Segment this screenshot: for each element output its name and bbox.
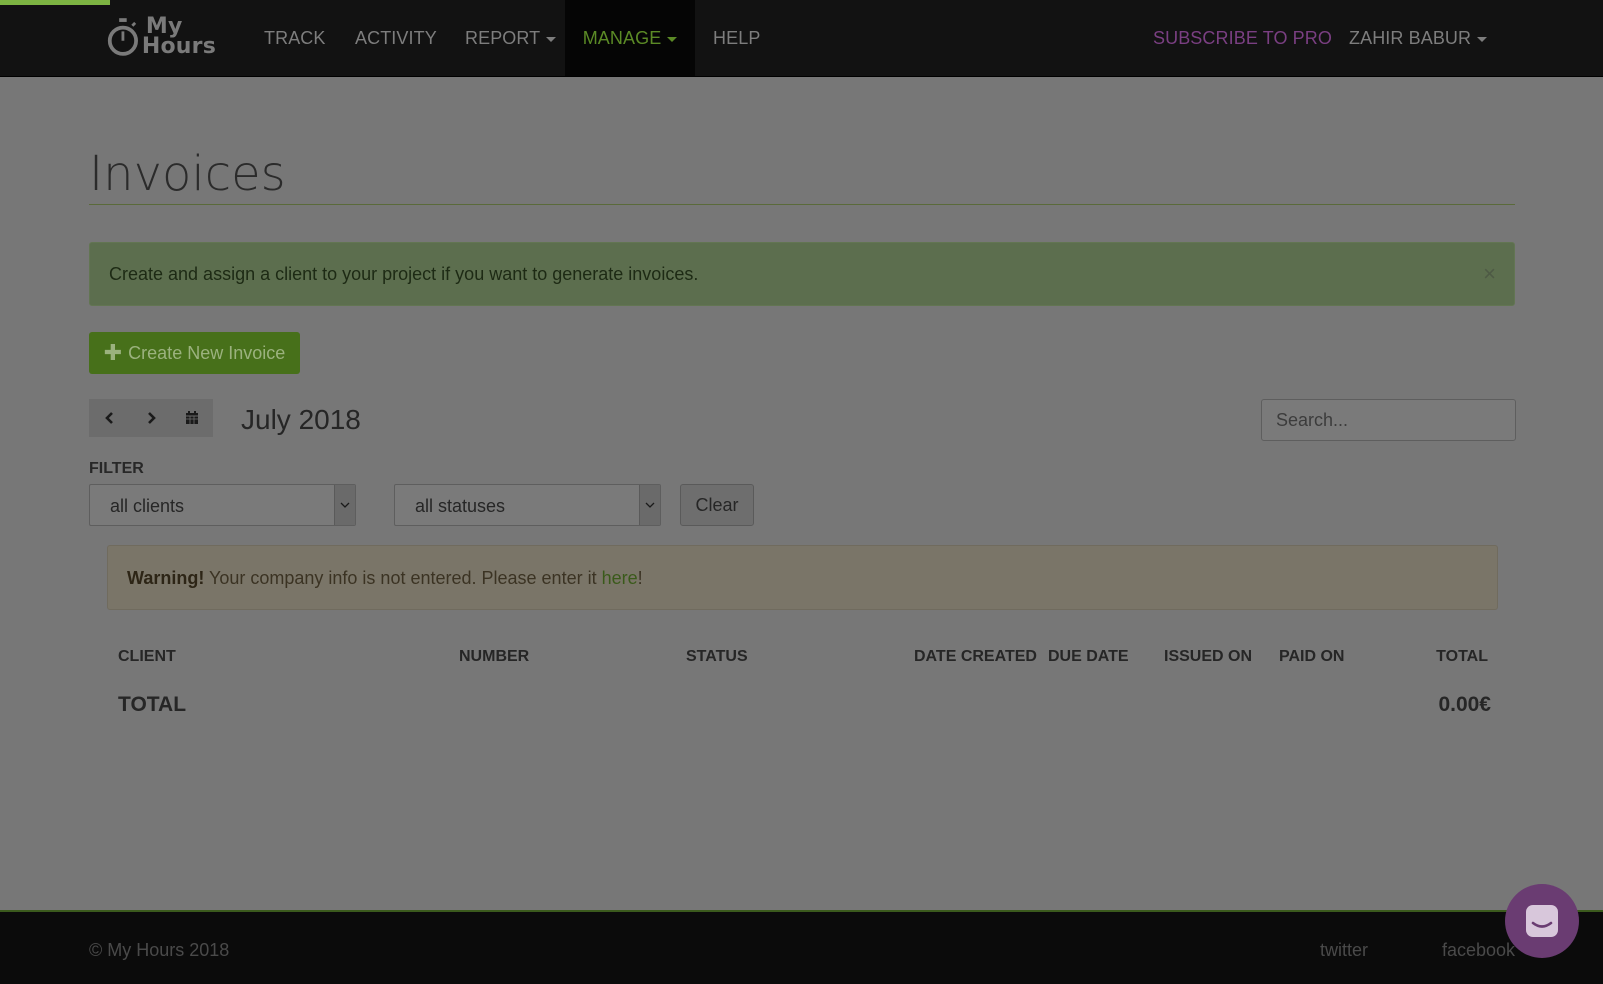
column-header-client: CLIENT (118, 648, 176, 665)
nav-manage[interactable]: MANAGE (565, 0, 695, 76)
page-title: Invoices (89, 146, 286, 202)
period-navigation (89, 399, 213, 437)
status-filter-value: all statuses (415, 496, 506, 516)
client-filter-value: all clients (110, 496, 185, 516)
chevron-down-icon (639, 485, 660, 525)
chevron-left-icon (104, 412, 113, 424)
search-input[interactable] (1261, 399, 1516, 441)
status-filter-select[interactable]: all statuses (394, 484, 661, 526)
twitter-link[interactable]: twitter (1320, 940, 1368, 961)
column-header-total: TOTAL (1436, 648, 1488, 665)
company-info-link[interactable]: here (602, 568, 638, 588)
nav-track[interactable]: TRACK (264, 0, 326, 76)
top-navbar: My Hours TRACK ACTIVITY REPORT MANAGE HE… (0, 0, 1603, 77)
calendar-button[interactable] (172, 399, 212, 437)
column-header-issued-on: ISSUED ON (1164, 648, 1253, 665)
calendar-icon (186, 411, 199, 424)
create-new-invoice-button[interactable]: ✚ Create New Invoice (89, 332, 300, 374)
loading-progress-bar (0, 0, 110, 5)
plus-icon: ✚ (103, 340, 123, 365)
column-header-status: STATUS (686, 648, 748, 665)
nav-help[interactable]: HELP (713, 0, 760, 76)
warning-message: Warning! Your company info is not entere… (127, 568, 643, 589)
subscribe-to-pro-link[interactable]: SUBSCRIBE TO PRO (1153, 0, 1332, 76)
create-new-invoice-label: Create New Invoice (128, 342, 286, 363)
column-header-paid-on: PAID ON (1279, 648, 1345, 665)
clear-filters-button[interactable]: Clear (680, 484, 754, 526)
logo-line-2: Hours (141, 34, 216, 59)
total-row-label: TOTAL (118, 693, 187, 716)
column-header-number: NUMBER (459, 648, 530, 665)
close-icon[interactable]: × (1483, 261, 1496, 287)
nav-activity[interactable]: ACTIVITY (355, 0, 437, 76)
app-logo[interactable]: My Hours (106, 14, 216, 60)
warning-strong: Warning! (127, 568, 205, 588)
caret-down-icon (1477, 36, 1488, 42)
caret-down-icon (546, 36, 557, 42)
nav-manage-label: MANAGE (582, 28, 662, 48)
chat-launcher-button[interactable] (1505, 884, 1579, 958)
info-alert-message: Create and assign a client to your proje… (109, 264, 699, 284)
facebook-link[interactable]: facebook (1442, 940, 1515, 961)
copyright-text: © My Hours 2018 (89, 940, 230, 960)
user-menu[interactable]: ZAHIR BABUR (1349, 0, 1488, 76)
chevron-right-icon (148, 412, 156, 424)
current-period: July 2018 (241, 404, 361, 435)
filter-label: FILTER (89, 460, 144, 477)
title-divider (89, 204, 1515, 205)
total-row-value: 0.00€ (1438, 693, 1491, 716)
chat-icon (1526, 905, 1558, 937)
user-name: ZAHIR BABUR (1349, 28, 1472, 48)
caret-down-icon (667, 36, 678, 42)
logo-text: My Hours (141, 16, 216, 59)
client-filter-select[interactable]: all clients (89, 484, 356, 526)
next-period-button[interactable] (131, 399, 171, 437)
warning-text: Your company info is not entered. Please… (204, 568, 602, 588)
column-header-due-date: DUE DATE (1048, 648, 1129, 665)
chevron-down-icon (334, 485, 355, 525)
company-info-warning: Warning! Your company info is not entere… (107, 545, 1498, 610)
info-alert: Create and assign a client to your proje… (89, 242, 1515, 306)
stopwatch-icon (107, 18, 138, 56)
page-footer: © My Hours 2018 twitter facebook (0, 910, 1603, 984)
nav-report[interactable]: REPORT (465, 0, 557, 76)
warning-suffix: ! (637, 568, 643, 588)
column-header-date-created: DATE CREATED (914, 648, 1037, 665)
nav-report-label: REPORT (465, 28, 541, 48)
previous-period-button[interactable] (90, 399, 130, 437)
